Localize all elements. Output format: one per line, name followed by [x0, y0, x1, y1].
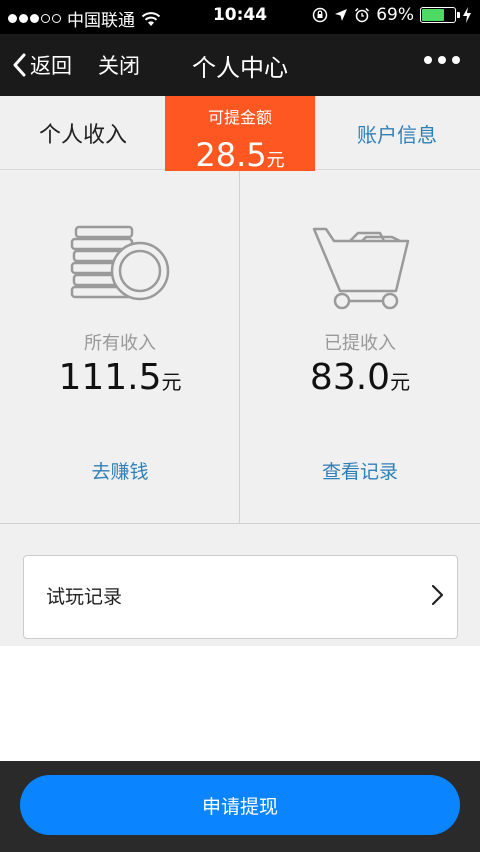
coin-stack-icon — [70, 225, 170, 301]
nav-bar: 返回 关闭 个人中心 — [0, 34, 480, 96]
location-arrow-icon — [335, 9, 348, 21]
trial-record-row[interactable]: 试玩记录 — [23, 555, 458, 639]
withdrawable-unit: 元 — [266, 150, 285, 171]
withdrawn-income-unit: 元 — [390, 370, 411, 394]
income-stats: 所有收入 111.5元 去赚钱 已提收入 83.0元 查看记录 — [0, 171, 480, 524]
withdrawn-income-panel: 已提收入 83.0元 查看记录 — [240, 171, 480, 524]
all-income-unit: 元 — [161, 370, 182, 394]
charging-bolt-icon — [463, 7, 471, 23]
all-income-amount: 111.5元 — [0, 357, 240, 398]
trial-record-label: 试玩记录 — [46, 586, 123, 608]
bottom-bar: 申请提现 — [0, 761, 480, 852]
view-records-link[interactable]: 查看记录 — [240, 457, 480, 484]
withdrawn-income-value: 83.0 — [309, 357, 391, 398]
rotation-lock-icon — [312, 7, 328, 23]
battery-icon — [420, 7, 460, 23]
status-right: 69% — [312, 5, 472, 25]
withdrawable-amount: 28.5元 — [165, 136, 315, 174]
all-income-label: 所有收入 — [84, 333, 156, 354]
page-title: 个人中心 — [192, 54, 288, 82]
earn-money-link[interactable]: 去赚钱 — [0, 457, 240, 484]
withdrawable-label: 可提金额 — [207, 108, 272, 127]
chevron-right-icon — [431, 584, 444, 606]
all-income-value: 111.5 — [58, 357, 162, 398]
all-income-panel: 所有收入 111.5元 去赚钱 — [0, 171, 240, 524]
apply-withdrawal-button[interactable]: 申请提现 — [20, 775, 460, 835]
status-bar: 中国联通 10:44 69% — [0, 0, 480, 34]
withdrawn-income-amount: 83.0元 — [240, 357, 480, 398]
alarm-clock-icon — [355, 7, 370, 23]
tab-personal-income[interactable]: 个人收入 — [0, 96, 166, 170]
withdrawn-income-label: 已提收入 — [324, 333, 396, 354]
battery-percent: 69% — [376, 5, 414, 25]
withdrawable-value: 28.5 — [195, 136, 267, 174]
shopping-cart-icon — [312, 227, 410, 310]
more-menu-icon[interactable] — [424, 56, 460, 64]
tab-account-info[interactable]: 账户信息 — [314, 96, 480, 170]
